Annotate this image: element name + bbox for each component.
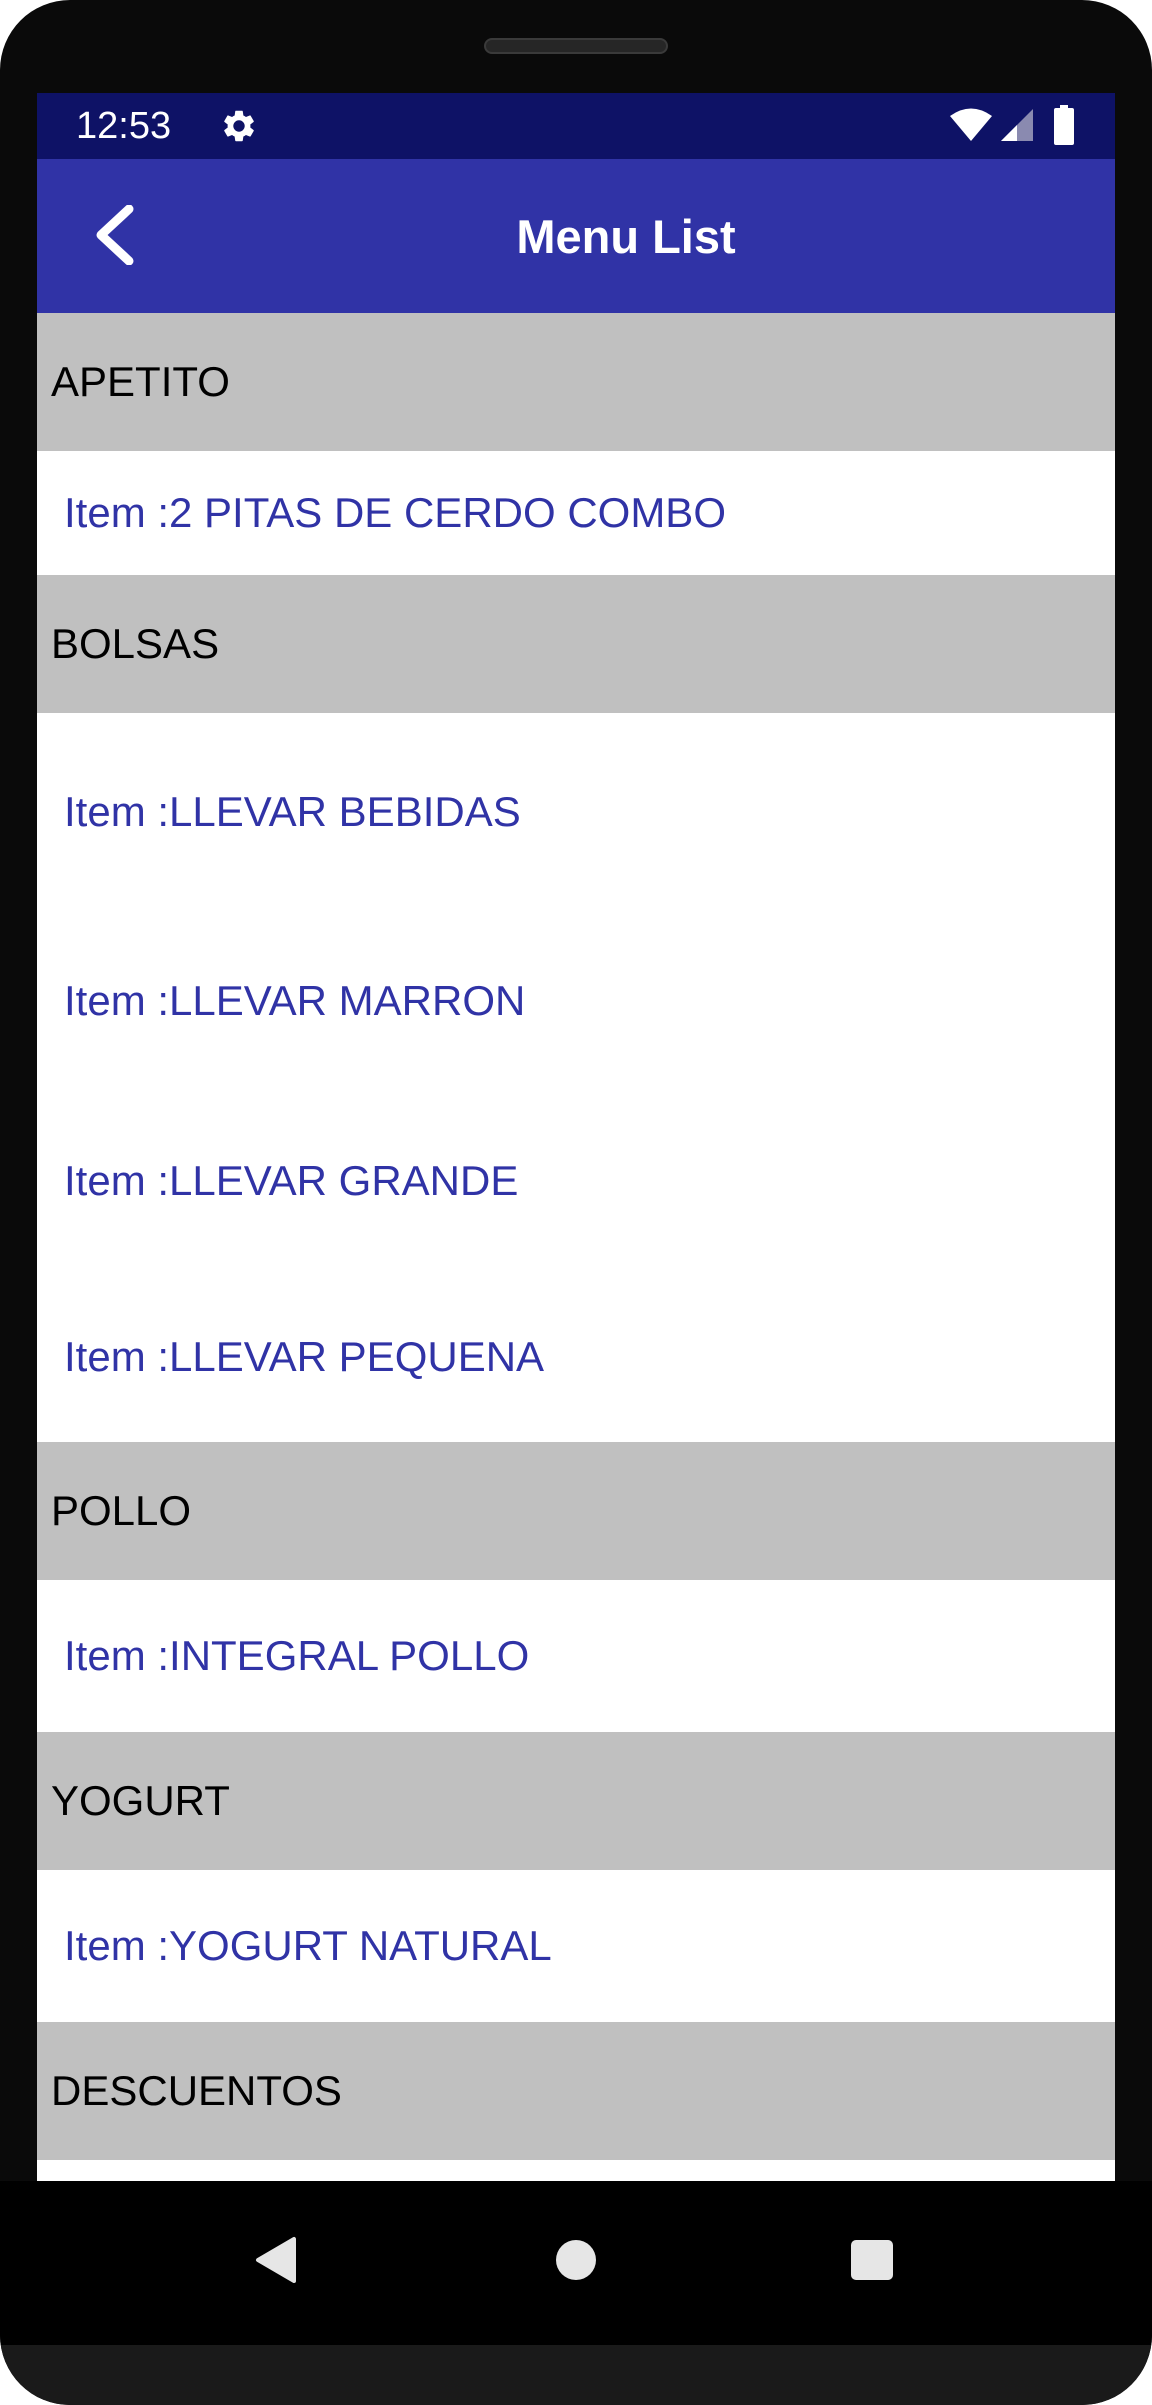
list-item[interactable]: Item :YOGURT NATURAL (37, 1870, 1115, 2022)
chevron-left-icon (96, 205, 134, 265)
section-header-descuentos: DESCUENTOS (37, 2022, 1115, 2160)
app-bar: Menu List (37, 159, 1115, 313)
gear-icon (224, 110, 254, 142)
home-circle-icon (556, 2240, 596, 2280)
battery-icon (1054, 105, 1074, 145)
device-frame: 12:53 Menu List APETITO Item:2 PITAS DE… (0, 0, 1152, 2405)
list-item-partial[interactable] (37, 2160, 1115, 2181)
back-button[interactable] (75, 195, 155, 275)
section-header-pollo: POLLO (37, 1442, 1115, 1580)
nav-back-button[interactable] (236, 2225, 316, 2295)
list-item[interactable]: Item :2 PITAS DE CERDO COMBO (37, 451, 1115, 575)
nav-recents-button[interactable] (832, 2225, 912, 2295)
list-item[interactable]: Item :LLEVAR MARRON (37, 911, 1115, 1091)
list-item[interactable]: Item :LLEVAR BEBIDAS (37, 713, 1115, 911)
navigation-bar (0, 2181, 1152, 2345)
section-header-yogurt: YOGURT (37, 1732, 1115, 1870)
recents-square-icon (851, 2240, 893, 2280)
list-item[interactable]: Item :INTEGRAL POLLO (37, 1580, 1115, 1732)
screen: 12:53 Menu List APETITO Item:2 PITAS DE… (37, 93, 1115, 2181)
wifi-icon (950, 108, 992, 141)
bottom-bezel (0, 2345, 1152, 2405)
page-title: Menu List (516, 209, 736, 263)
back-triangle-icon (256, 2237, 296, 2283)
earpiece-speaker (484, 38, 668, 54)
list-item[interactable]: Item :LLEVAR GRANDE (37, 1091, 1115, 1271)
cellular-signal-icon (1001, 109, 1033, 141)
section-header-apetito: APETITO (37, 313, 1115, 451)
status-bar: 12:53 (37, 93, 1115, 159)
list-item[interactable]: Item :LLEVAR PEQUENA (37, 1271, 1115, 1442)
nav-home-button[interactable] (536, 2225, 616, 2295)
status-time: 12:53 (76, 105, 172, 147)
menu-list[interactable]: APETITO Item :2 PITAS DE CERDO COMBO BOL… (37, 313, 1115, 2181)
section-header-bolsas: BOLSAS (37, 575, 1115, 713)
